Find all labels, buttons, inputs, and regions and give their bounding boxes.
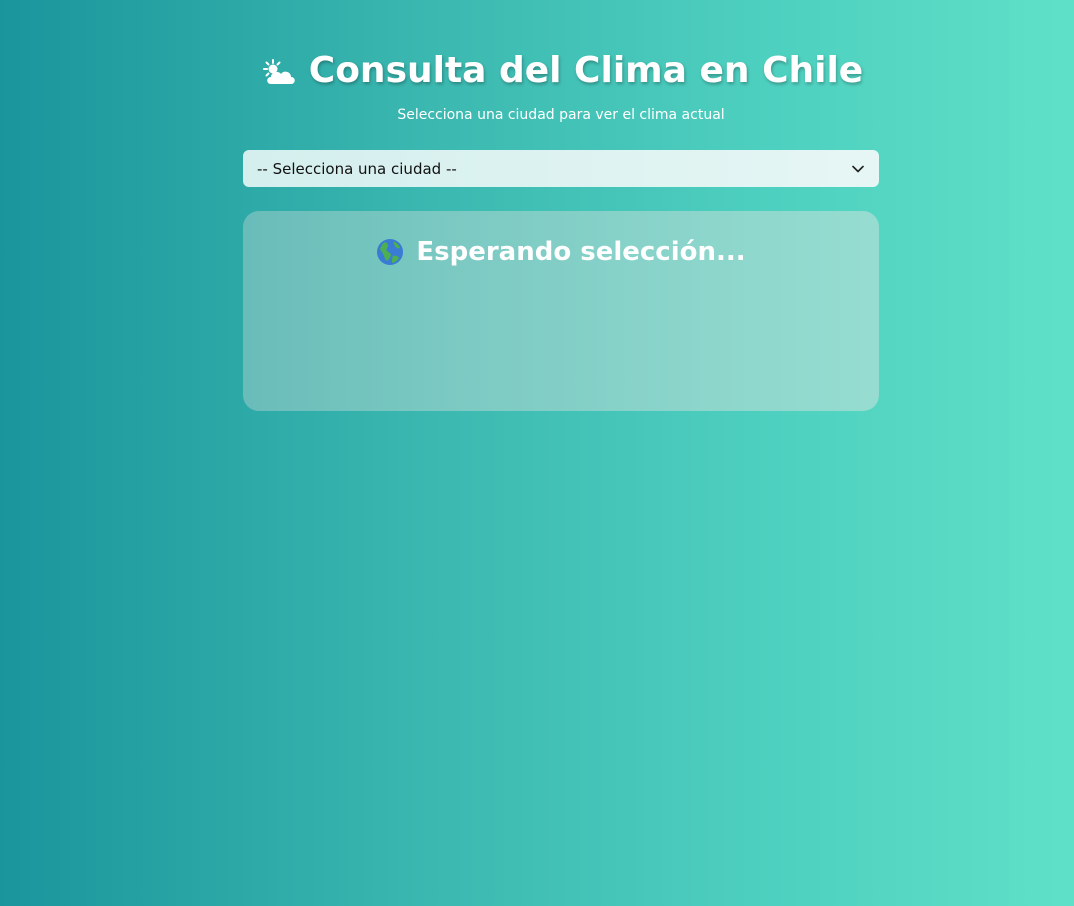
city-select-value: -- Selecciona una ciudad -- (257, 159, 457, 178)
chevron-down-icon (851, 162, 865, 176)
page-header: Consulta del Clima en Chile Selecciona u… (243, 0, 879, 124)
city-select[interactable]: -- Selecciona una ciudad -- (243, 150, 879, 187)
page-subtitle: Selecciona una ciudad para ver el clima … (397, 107, 725, 123)
status-text: Esperando selección... (416, 237, 746, 267)
status-message: Esperando selección... (376, 235, 746, 269)
main-container: Consulta del Clima en Chile Selecciona u… (243, 0, 879, 411)
page-title: Consulta del Clima en Chile (243, 48, 879, 94)
page-title-text: Consulta del Clima en Chile (308, 50, 864, 91)
globe-americas-icon (376, 238, 404, 266)
weather-result-card: Esperando selección... (243, 211, 879, 411)
sun-behind-cloud-icon (259, 55, 299, 87)
